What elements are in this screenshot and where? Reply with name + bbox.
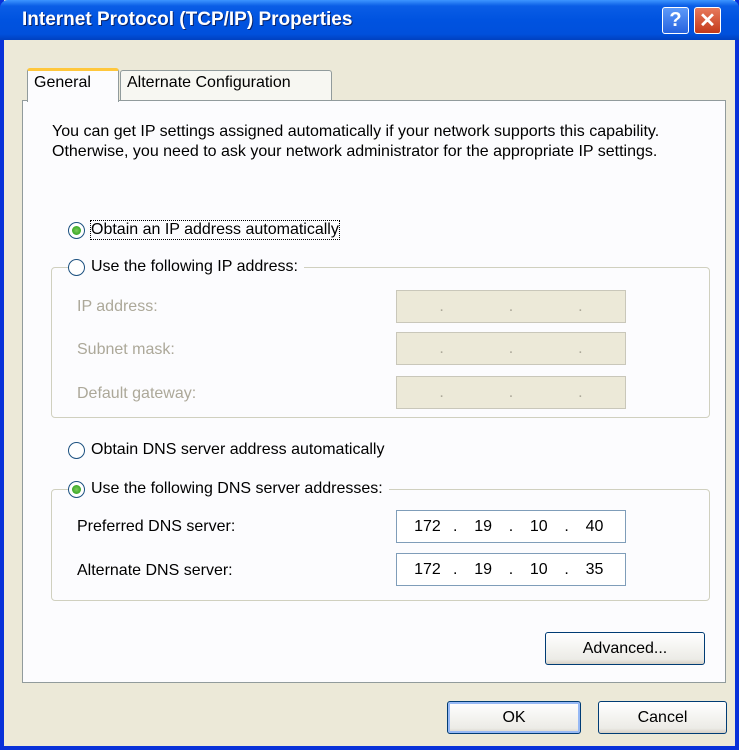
tab-alternate-configuration[interactable]: Alternate Configuration [120, 70, 332, 100]
tab-label: Alternate Configuration [127, 74, 291, 91]
title-bar[interactable]: Internet Protocol (TCP/IP) Properties ? … [0, 0, 739, 40]
subnet-mask-label: Subnet mask: [77, 341, 175, 358]
close-button[interactable]: ✕ [694, 7, 721, 34]
help-icon: ? [669, 9, 682, 31]
default-gateway-label: Default gateway: [77, 385, 197, 402]
use-following-ip-radio[interactable]: Use the following IP address: [68, 258, 304, 276]
tab-label: General [34, 74, 91, 91]
tab-general[interactable]: General [27, 68, 119, 102]
alternate-dns-field[interactable]: 172 . 19 . 10 . 35 [396, 553, 626, 586]
advanced-button[interactable]: Advanced... [545, 632, 705, 665]
radio-checked-icon [68, 221, 85, 239]
ip-address-field[interactable]: . . . [396, 290, 626, 323]
radio-label: Obtain DNS server address automatically [91, 441, 385, 458]
radio-label: Obtain an IP address automatically [90, 220, 340, 240]
obtain-dns-auto-radio[interactable]: Obtain DNS server address automatically [68, 441, 391, 459]
alternate-dns-label: Alternate DNS server: [77, 562, 233, 579]
radio-unchecked-icon [68, 441, 85, 459]
radio-checked-icon [68, 480, 85, 498]
ok-button[interactable]: OK [447, 701, 581, 734]
radio-label: Use the following IP address: [91, 258, 298, 275]
radio-unchecked-icon [68, 258, 85, 276]
obtain-ip-auto-radio[interactable]: Obtain an IP address automatically [68, 220, 345, 240]
cancel-button[interactable]: Cancel [598, 701, 727, 734]
preferred-dns-label: Preferred DNS server: [77, 518, 236, 535]
help-button[interactable]: ? [662, 7, 689, 34]
window-title: Internet Protocol (TCP/IP) Properties [22, 9, 353, 30]
subnet-mask-field[interactable]: . . . [396, 332, 626, 365]
ip-address-label: IP address: [77, 298, 158, 315]
preferred-dns-field[interactable]: 172 . 19 . 10 . 40 [396, 510, 626, 543]
default-gateway-field[interactable]: . . . [396, 376, 626, 409]
radio-label: Use the following DNS server addresses: [91, 480, 383, 497]
intro-text: You can get IP settings assigned automat… [52, 123, 660, 160]
close-icon: ✕ [699, 10, 716, 32]
use-following-dns-radio[interactable]: Use the following DNS server addresses: [68, 480, 389, 498]
